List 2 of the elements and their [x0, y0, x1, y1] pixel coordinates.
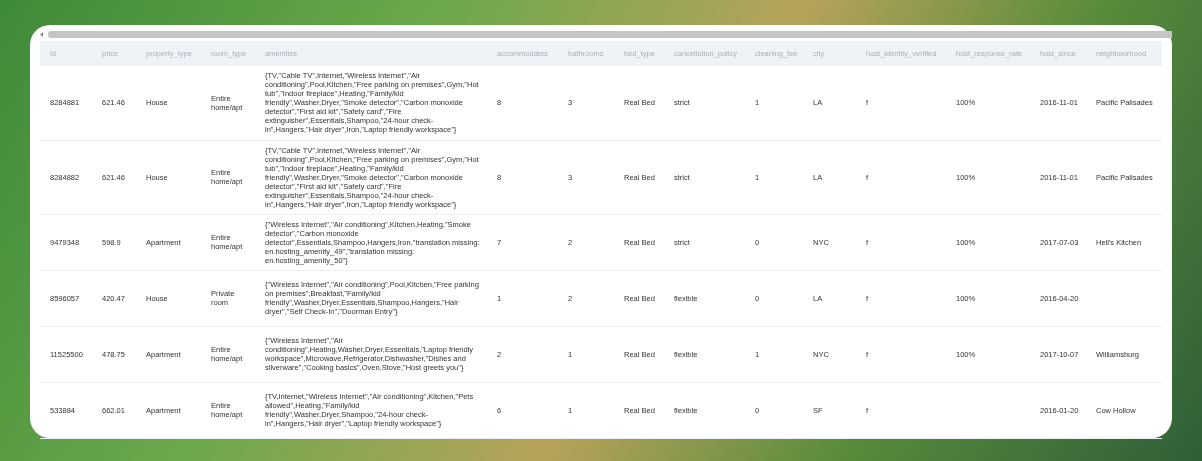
- horizontal-scrollbar[interactable]: [48, 31, 1172, 38]
- scroll-left-icon[interactable]: [40, 32, 44, 37]
